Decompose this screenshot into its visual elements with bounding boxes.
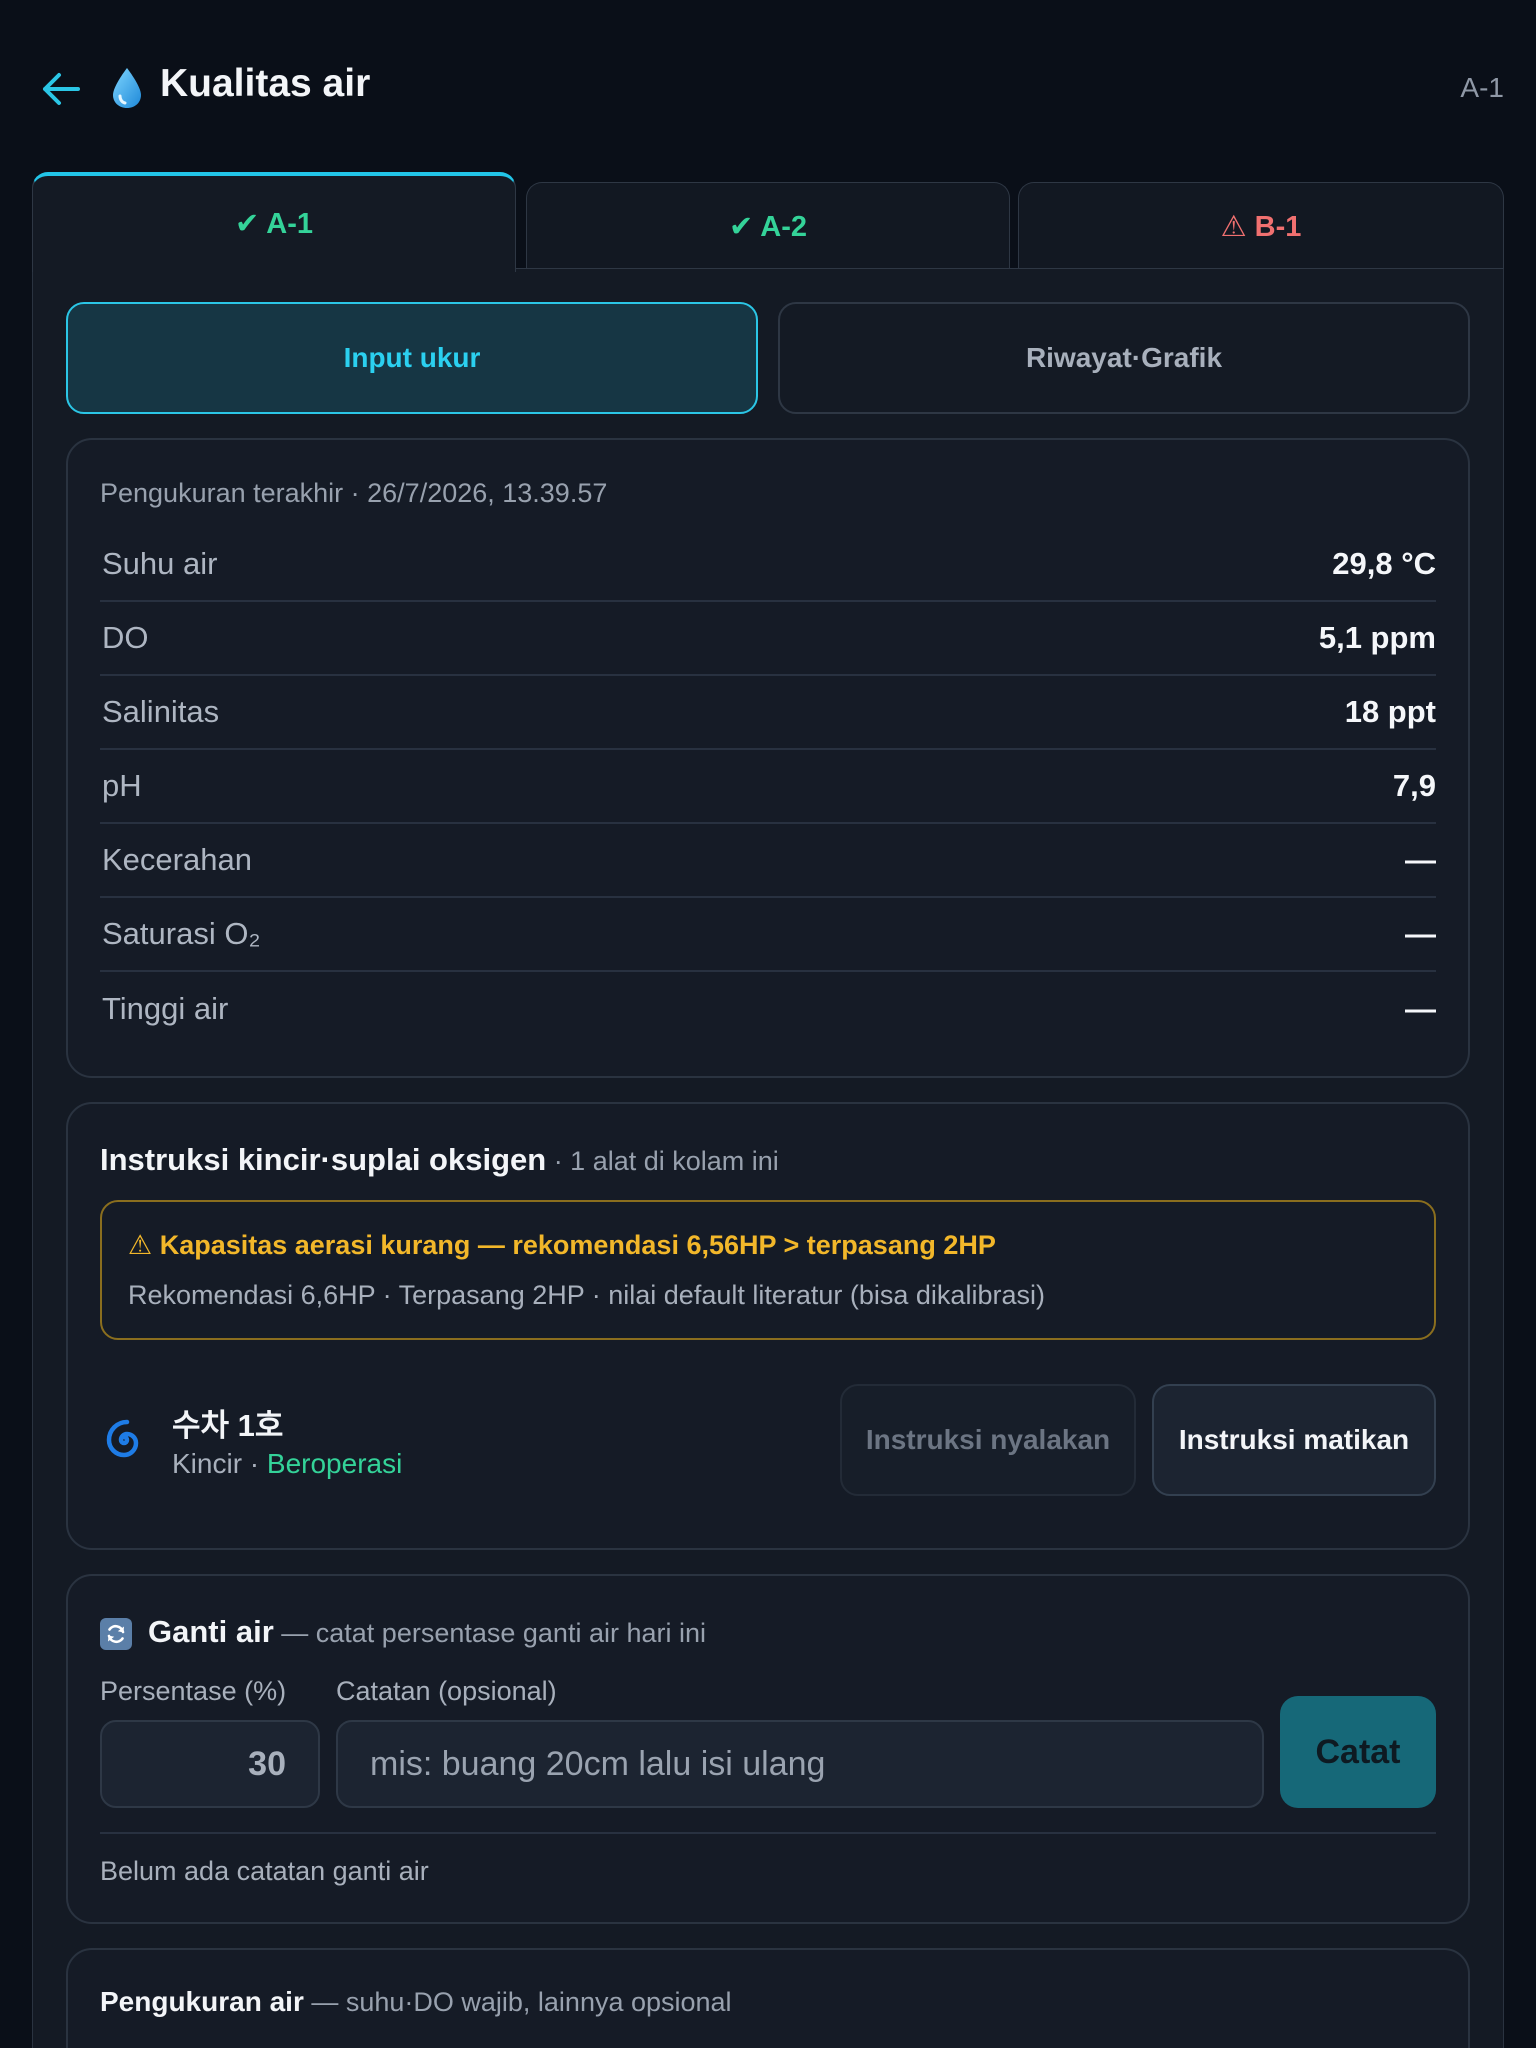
aerator-type: Kincir ·	[172, 1448, 267, 1479]
measurement-form-title-text: Pengukuran air	[100, 1986, 304, 2017]
measurement-row: pH 7,9	[100, 750, 1436, 824]
measurement-label: Salinitas	[102, 694, 220, 729]
tab-history-chart[interactable]: Riwayat·Grafik	[778, 302, 1470, 414]
last-measurement-timestamp: Pengukuran terakhir · 26/7/2026, 13.39.5…	[100, 478, 608, 508]
instruct-off-button[interactable]: Instruksi matikan	[1152, 1384, 1436, 1496]
measurement-label: pH	[102, 768, 142, 803]
pond-tab-a2[interactable]: ✔ A-2	[526, 182, 1010, 270]
pond-code-label: A-1	[1460, 72, 1504, 103]
aeration-subtitle: · 1 alat di kolam ini	[546, 1146, 779, 1176]
note-label: Catatan (opsional)	[336, 1676, 557, 1706]
water-change-divider	[100, 1832, 1436, 1834]
measurement-row: Tinggi air —	[100, 972, 1436, 1046]
measurement-label: Saturasi O₂	[102, 916, 261, 951]
back-button[interactable]	[38, 66, 84, 112]
record-button[interactable]: Catat	[1280, 1696, 1436, 1808]
arrow-left-icon	[43, 73, 80, 105]
percentage-label: Persentase (%)	[100, 1676, 287, 1706]
note-input[interactable]	[336, 1720, 1264, 1808]
water-change-empty: Belum ada catatan ganti air	[100, 1856, 429, 1886]
measurement-row: Kecerahan —	[100, 824, 1436, 898]
alert-title: ⚠ Kapasitas aerasi kurang — rekomendasi …	[128, 1230, 996, 1260]
water-change-title-text: Ganti air	[148, 1614, 274, 1649]
alert-description: Rekomendasi 6,6HP · Terpasang 2HP · nila…	[128, 1280, 1045, 1310]
pond-tab-a1[interactable]: ✔ A-1	[32, 172, 516, 272]
tab-input-measure[interactable]: Input ukur	[66, 302, 758, 414]
aeration-alert: ⚠ Kapasitas aerasi kurang — rekomendasi …	[100, 1200, 1436, 1340]
pond-tab-b1[interactable]: ⚠ B-1	[1018, 182, 1504, 270]
measurement-value: 5,1 ppm	[1318, 620, 1436, 655]
percentage-input[interactable]	[100, 1720, 320, 1808]
measurement-form-title: Pengukuran air — suhu·DO wajib, lainnya …	[100, 1986, 732, 2018]
measurement-form-subtitle: — suhu·DO wajib, lainnya opsional	[303, 1987, 732, 2017]
water-change-title: Ganti air — catat persentase ganti air h…	[148, 1614, 706, 1650]
measurement-value: —	[1405, 916, 1436, 951]
measurement-value: —	[1405, 842, 1436, 877]
aeration-title: Instruksi kincir·suplai oksigen · 1 alat…	[100, 1142, 779, 1178]
aeration-title-text: Instruksi kincir·suplai oksigen	[100, 1142, 547, 1177]
page-title: Kualitas air	[160, 62, 371, 105]
measurement-value: 29,8 °C	[1332, 546, 1436, 581]
water-change-subtitle: — catat persentase ganti air hari ini	[273, 1618, 706, 1648]
measurement-value: 18 ppt	[1344, 694, 1436, 729]
instruct-on-button[interactable]: Instruksi nyalakan	[840, 1384, 1136, 1496]
aerator-name: 수차 1호	[172, 1408, 284, 1443]
measurement-row: Suhu air 29,8 °C	[100, 528, 1436, 602]
cyclone-icon	[106, 1419, 139, 1458]
refresh-icon	[100, 1618, 132, 1650]
measurement-label: Kecerahan	[102, 842, 252, 877]
aerator-meta: Kincir · Beroperasi	[172, 1448, 402, 1480]
measurement-value: 7,9	[1392, 768, 1436, 803]
water-drop-icon	[113, 68, 141, 108]
app-header: Kualitas air A-1	[0, 0, 1536, 180]
measurement-row: Saturasi O₂ —	[100, 898, 1436, 972]
measurement-row: DO 5,1 ppm	[100, 602, 1436, 676]
aerator-status: Beroperasi	[266, 1448, 403, 1479]
measurement-label: DO	[102, 620, 149, 655]
measurement-label: Suhu air	[102, 546, 218, 581]
refresh-arrows-glyph	[107, 1624, 125, 1644]
measurement-row: Salinitas 18 ppt	[100, 676, 1436, 750]
measurement-label: Tinggi air	[102, 991, 229, 1026]
measurement-value: —	[1405, 991, 1436, 1026]
